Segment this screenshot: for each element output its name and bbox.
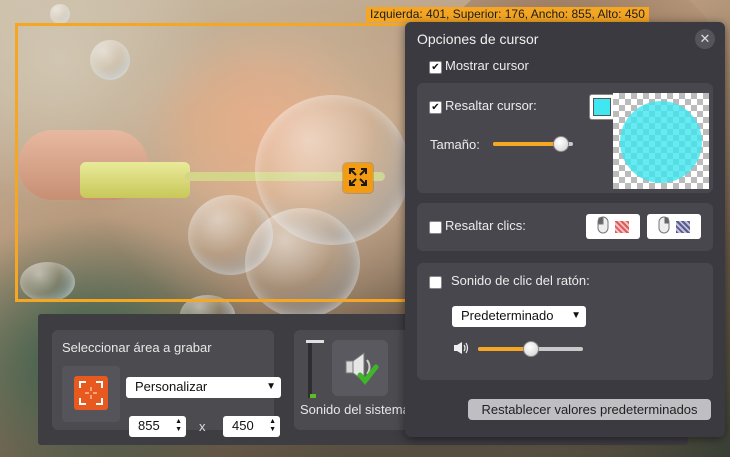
speaker-check-icon (340, 347, 380, 390)
area-selection-panel: Seleccionar área a grabar Personalizar ▼… (52, 330, 281, 437)
size-slider-thumb[interactable] (553, 136, 569, 152)
area-preset-dropdown[interactable]: Personalizar ▼ (126, 377, 281, 398)
chevron-down-icon: ▼ (571, 310, 581, 321)
system-volume-slider[interactable] (308, 340, 312, 398)
cursor-highlight-preview (613, 93, 709, 189)
size-slider-fill (493, 142, 561, 146)
height-value: 450 (232, 418, 254, 433)
dimensions-readout: Izquierda: 401, Superior: 176, Ancho: 85… (366, 7, 649, 22)
times-symbol: x (199, 419, 206, 434)
size-label: Tamaño: (430, 137, 480, 152)
right-click-swatch (676, 220, 690, 233)
area-preset-value: Personalizar (135, 379, 208, 394)
right-click-color-button[interactable] (647, 214, 701, 239)
highlight-color-swatch (593, 98, 611, 116)
chevron-down-icon: ▼ (266, 381, 276, 392)
highlight-preview-circle (620, 101, 702, 183)
show-cursor-label: Mostrar cursor (445, 58, 529, 73)
stepper-arrows-icon[interactable]: ▲ ▼ (269, 418, 276, 434)
highlight-color-picker[interactable] (589, 94, 615, 120)
sound-value: Predeterminado (461, 308, 554, 323)
highlight-cursor-checkbox[interactable]: ✔ (429, 101, 442, 114)
highlight-clicks-label: Resaltar clics: (445, 218, 526, 233)
sound-dropdown[interactable]: Predeterminado ▼ (452, 306, 586, 327)
system-volume-thumb[interactable] (306, 340, 324, 343)
cursor-options-panel: Opciones de cursor ✕ ✔ Mostrar cursor ✔ … (405, 22, 725, 437)
width-stepper[interactable]: 855 ▲ ▼ (129, 416, 186, 437)
region-button[interactable] (62, 366, 120, 422)
volume-level-indicator (310, 394, 316, 398)
click-sound-label: Sonido de clic del ratón: (451, 273, 590, 288)
expand-arrows-icon (347, 166, 369, 191)
speaker-volume-icon (453, 341, 469, 358)
mouse-left-icon (597, 216, 609, 237)
panel-title: Opciones de cursor (417, 31, 539, 47)
close-icon: ✕ (699, 31, 711, 46)
click-sound-checkbox[interactable] (429, 276, 442, 289)
system-sound-label: Sonido del sistema (300, 402, 410, 417)
mouse-right-icon (658, 216, 670, 237)
highlight-cursor-label: Resaltar cursor: (445, 98, 537, 113)
click-sound-section: Sonido de clic del ratón: Predeterminado… (417, 263, 713, 380)
highlight-clicks-checkbox[interactable] (429, 221, 442, 234)
width-value: 855 (138, 418, 160, 433)
close-button[interactable]: ✕ (695, 29, 715, 49)
system-sound-toggle[interactable] (332, 340, 388, 396)
area-title: Seleccionar área a grabar (62, 340, 212, 355)
left-click-swatch (615, 220, 629, 233)
highlight-clicks-section: Resaltar clics: (417, 203, 713, 251)
show-cursor-checkbox[interactable]: ✔ (429, 61, 442, 74)
move-handle[interactable] (343, 163, 373, 193)
stepper-arrows-icon[interactable]: ▲ ▼ (175, 418, 182, 434)
left-click-color-button[interactable] (586, 214, 640, 239)
reset-defaults-button[interactable]: Restablecer valores predeterminados (468, 399, 711, 420)
crosshair-region-icon (74, 375, 108, 413)
click-volume-thumb[interactable] (523, 341, 539, 357)
height-stepper[interactable]: 450 ▲ ▼ (223, 416, 280, 437)
highlight-cursor-section: ✔ Resaltar cursor: Tamaño: (417, 83, 713, 193)
